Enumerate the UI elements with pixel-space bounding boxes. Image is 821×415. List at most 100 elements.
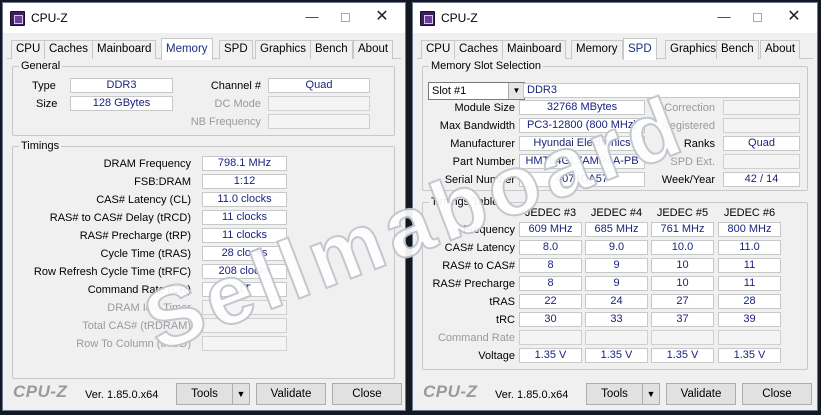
tab-spd[interactable]: SPD <box>623 38 657 60</box>
timing-value <box>202 300 287 315</box>
manufacturer-value: Hyundai Electronics <box>519 136 645 151</box>
timings-table-cell: 10.0 <box>651 240 714 255</box>
tab-cpu[interactable]: CPU <box>11 40 46 59</box>
bottom-bar: CPU-Z Ver. 1.85.0.x64 Tools ▼ Validate C… <box>413 380 817 410</box>
timing-label: RAS# to CAS# Delay (tRCD) <box>49 212 191 224</box>
general-group: General Type DDR3 Size 128 GBytes Channe… <box>12 59 395 136</box>
channel-value: Quad <box>268 78 370 93</box>
timings-table-cell: 1.35 V <box>519 348 582 363</box>
ranks-value: Quad <box>723 136 800 151</box>
tab-bench[interactable]: Bench <box>310 40 353 59</box>
title-bar[interactable]: CPU-Z — ✕ <box>413 3 817 33</box>
tab-bench[interactable]: Bench <box>716 40 759 59</box>
timings-table-cell: 33 <box>585 312 648 327</box>
tab-memory[interactable]: Memory <box>161 38 213 60</box>
size-value: 128 GBytes <box>70 96 173 111</box>
tab-graphics[interactable]: Graphics <box>665 40 722 59</box>
timing-value: 28 clocks <box>202 246 287 261</box>
close-button[interactable]: Close <box>742 383 812 405</box>
timings-table-cell: 1.35 V <box>718 348 781 363</box>
tab-mainboard[interactable]: Mainboard <box>92 40 157 59</box>
timings-table-cell: 11 <box>718 258 781 273</box>
timing-label: Row To Column (tRCD) <box>76 338 191 350</box>
timings-table-cell <box>585 330 648 345</box>
tab-mainboard[interactable]: Mainboard <box>502 40 567 59</box>
tab-spd[interactable]: SPD <box>219 40 253 59</box>
tab-about[interactable]: About <box>353 40 394 59</box>
ranks-label: Ranks <box>683 138 715 150</box>
type-label: Type <box>32 80 56 92</box>
close-window-button[interactable]: ✕ <box>371 7 393 27</box>
timings-table-cell <box>651 330 714 345</box>
tab-memory[interactable]: Memory <box>571 40 623 59</box>
manufacturer-label: Manufacturer <box>450 138 515 150</box>
spd-ext-label: SPD Ext. <box>670 156 715 168</box>
validate-button[interactable]: Validate <box>666 383 736 405</box>
cpuz-app-icon <box>10 11 25 26</box>
timings-table-cell: 37 <box>651 312 714 327</box>
week-year-value: 42 / 14 <box>723 172 800 187</box>
max-bandwidth-value: PC3-12800 (800 MHz) <box>519 118 645 133</box>
chevron-down-icon[interactable]: ▼ <box>508 83 524 99</box>
timings-table-row-label: RAS# Precharge <box>432 278 515 290</box>
timing-label: Command Rate (CR) <box>87 284 191 296</box>
tab-bar: CPU Caches Mainboard Memory SPD Graphics… <box>7 38 401 60</box>
tools-button[interactable]: Tools <box>586 383 643 405</box>
serial-number-value: 4074DA57 <box>519 172 645 187</box>
bottom-bar: CPU-Z Ver. 1.85.0.x64 Tools ▼ Validate C… <box>3 380 405 410</box>
timings-table-row-label: CAS# Latency <box>444 242 515 254</box>
timing-label: CAS# Latency (CL) <box>96 194 191 206</box>
timings-table-row-label: tRAS <box>489 296 515 308</box>
timing-label: RAS# Precharge (tRP) <box>79 230 191 242</box>
validate-button[interactable]: Validate <box>256 383 326 405</box>
timings-table-cell: 39 <box>718 312 781 327</box>
timing-label: Row Refresh Cycle Time (tRFC) <box>33 266 191 278</box>
timings-table-row-label: RAS# to CAS# <box>442 260 515 272</box>
timing-label: Total CAS# (tRDRAM) <box>82 320 191 332</box>
timings-table-cell: 28 <box>718 294 781 309</box>
maximize-button[interactable] <box>334 7 356 27</box>
minimize-button[interactable]: — <box>713 7 735 27</box>
cpuz-logo: CPU-Z <box>423 382 478 401</box>
timings-table-cell: 9.0 <box>585 240 648 255</box>
cpuz-spd-window: CPU-Z — ✕ CPU Caches Mainboard Memory SP… <box>412 2 818 411</box>
dc-mode-label: DC Mode <box>214 98 261 110</box>
tools-dropdown-arrow[interactable]: ▼ <box>232 383 250 405</box>
tab-caches[interactable]: Caches <box>454 40 503 59</box>
tab-graphics[interactable]: Graphics <box>255 40 312 59</box>
tools-dropdown-arrow[interactable]: ▼ <box>642 383 660 405</box>
timings-table-cell: 609 MHz <box>519 222 582 237</box>
slot-select[interactable]: Slot #1 ▼ <box>428 82 525 100</box>
timings-table-cell: 685 MHz <box>585 222 648 237</box>
timings-table-row-label: Command Rate <box>437 332 515 344</box>
tab-about[interactable]: About <box>760 40 801 59</box>
jedec-column-header: JEDEC #4 <box>590 207 643 219</box>
max-bandwidth-label: Max Bandwidth <box>439 120 515 132</box>
timings-group-title: Timings <box>19 139 62 153</box>
maximize-button[interactable] <box>746 7 768 27</box>
timings-table-cell <box>519 330 582 345</box>
version-label: Ver. 1.85.0.x64 <box>495 389 569 401</box>
general-group-title: General <box>19 59 63 73</box>
tab-caches[interactable]: Caches <box>44 40 93 59</box>
timings-table-cell: 10 <box>651 258 714 273</box>
slot-selection-title: Memory Slot Selection <box>429 59 544 73</box>
nb-frequency-value <box>268 114 370 129</box>
title-bar[interactable]: CPU-Z — ✕ <box>3 3 405 33</box>
nb-frequency-label: NB Frequency <box>190 116 261 128</box>
timing-value: 1:12 <box>202 174 287 189</box>
timings-table-row-label: Frequency <box>463 224 515 236</box>
close-button[interactable]: Close <box>332 383 402 405</box>
timings-table-cell: 1.35 V <box>651 348 714 363</box>
minimize-button[interactable]: — <box>301 7 323 27</box>
close-window-button[interactable]: ✕ <box>783 7 805 27</box>
size-label: Size <box>36 98 58 110</box>
timings-table-cell <box>718 330 781 345</box>
timing-label: DRAM Idle Timer <box>107 302 191 314</box>
spd-ext-value <box>723 154 800 169</box>
timings-table-cell: 8.0 <box>519 240 582 255</box>
timing-label: FSB:DRAM <box>134 176 191 188</box>
module-size-label: Module Size <box>454 102 515 114</box>
tab-cpu[interactable]: CPU <box>421 40 456 59</box>
tools-button[interactable]: Tools <box>176 383 233 405</box>
